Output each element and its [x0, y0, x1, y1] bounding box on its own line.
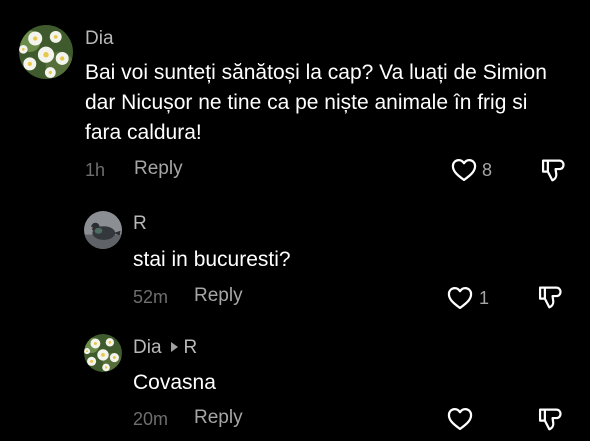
reply-button[interactable]: Reply — [134, 158, 183, 180]
comment-username[interactable]: Dia — [85, 28, 114, 50]
comment-time: 20m — [133, 409, 169, 429]
reply-button[interactable]: Reply — [194, 407, 243, 429]
reply-arrow-icon — [170, 342, 178, 353]
like-button[interactable] — [446, 284, 474, 312]
comment-text: Bai voi sunteți sănătoși la cap? Va luaț… — [85, 61, 547, 144]
comment-username[interactable]: Dia — [133, 337, 162, 358]
heart-outline-icon — [450, 156, 478, 184]
like-count: 1 — [479, 288, 490, 308]
heart-outline-icon — [446, 284, 474, 312]
thumbs-down-icon — [536, 283, 564, 311]
like-button[interactable] — [450, 156, 478, 184]
pigeon-avatar-icon — [84, 211, 122, 249]
comment-username-row: Dia R — [133, 337, 197, 359]
heart-outline-icon — [446, 405, 474, 433]
avatar[interactable] — [19, 25, 73, 79]
comment-username[interactable]: R — [133, 213, 147, 235]
thumbs-down-icon — [539, 156, 567, 184]
dislike-button[interactable] — [536, 283, 564, 311]
comment-time: 52m — [133, 287, 169, 307]
avatar[interactable] — [84, 334, 122, 372]
comment-text: stai in bucuresti? — [133, 248, 291, 271]
dislike-button[interactable] — [539, 156, 567, 184]
avatar[interactable] — [84, 211, 122, 249]
like-button[interactable] — [446, 405, 474, 433]
daisy-flowers-avatar-icon — [84, 334, 122, 372]
daisy-flowers-avatar-icon — [19, 25, 73, 79]
dislike-button[interactable] — [536, 405, 564, 433]
replying-to-username[interactable]: R — [184, 337, 198, 358]
reply-button[interactable]: Reply — [194, 285, 243, 307]
comment-time: 1h — [85, 160, 106, 180]
comment-text: Covasna — [133, 371, 216, 394]
like-count: 8 — [482, 160, 493, 180]
thumbs-down-icon — [536, 405, 564, 433]
